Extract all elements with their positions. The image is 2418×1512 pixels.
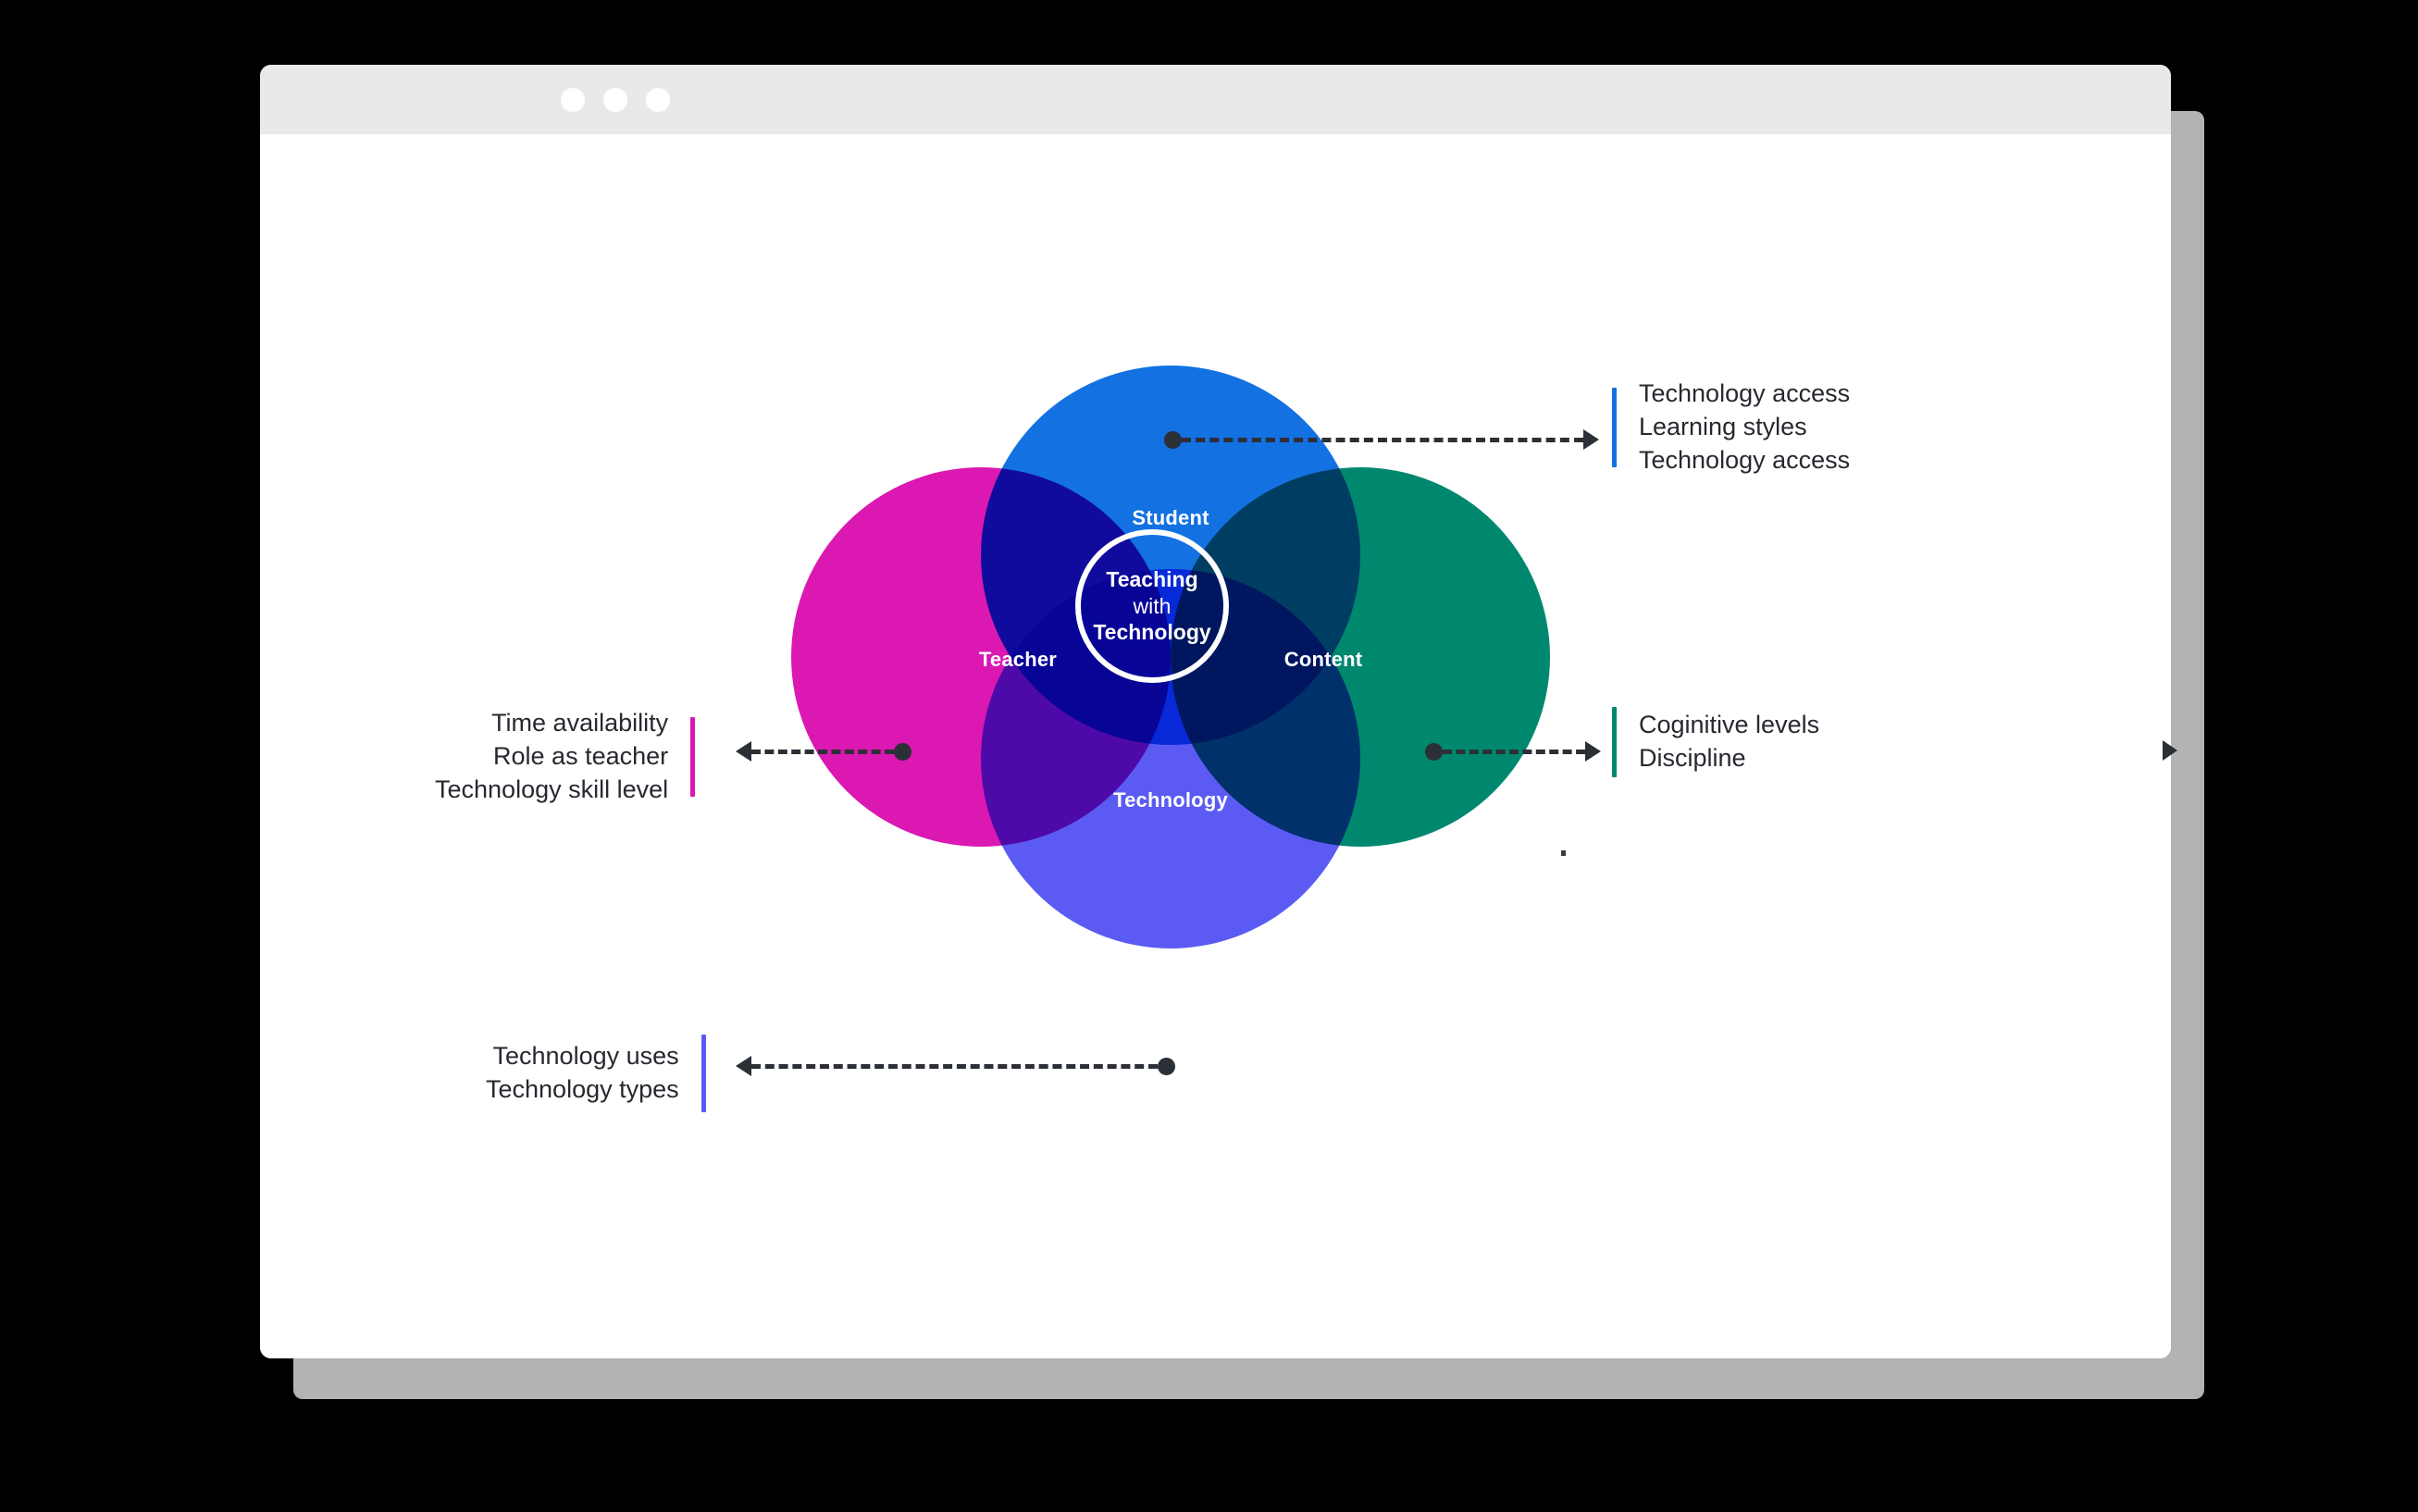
callout-line: Technology types — [486, 1075, 679, 1103]
callout-teacher-text: Time availability Role as teacher Techno… — [435, 707, 668, 807]
callout-line: Technology uses — [492, 1042, 679, 1071]
circle-label-technology: Technology — [1113, 788, 1228, 812]
callout-student[interactable]: Technology access Learning styles Techno… — [1612, 378, 1850, 477]
connector-dot-icon — [1158, 1057, 1175, 1075]
callout-student-text: Technology access Learning styles Techno… — [1639, 378, 1850, 477]
screenshot-stage: Student Teacher Content Technology Teach… — [0, 0, 2418, 1512]
callout-technology[interactable]: Technology uses Technology types — [486, 1035, 706, 1112]
callout-technology-text: Technology uses Technology types — [486, 1040, 679, 1107]
callout-line: Technology skill level — [435, 775, 669, 803]
callout-accent-bar — [701, 1035, 706, 1112]
venn-diagram: Student Teacher Content Technology Teach… — [791, 366, 1550, 948]
arrow-right-icon — [1585, 741, 1601, 762]
callout-line: Role as teacher — [493, 741, 669, 770]
callout-accent-bar — [1612, 387, 1617, 467]
close-dot-icon[interactable] — [561, 88, 585, 112]
connector-teacher — [736, 740, 911, 762]
connector-dot-icon — [894, 742, 911, 761]
callout-content-text: Coginitive levels Discipline — [1639, 709, 1819, 775]
connector-dashed-line — [751, 749, 894, 754]
minimize-dot-icon[interactable] — [603, 88, 627, 112]
arrow-left-icon — [736, 1056, 751, 1076]
connector-content — [1425, 740, 1601, 762]
callout-teacher[interactable]: Time availability Role as teacher Techno… — [435, 707, 696, 807]
circle-label-student: Student — [1132, 506, 1209, 529]
connector-dot-icon — [1164, 430, 1182, 449]
callout-accent-bar — [1612, 707, 1617, 777]
callout-accent-bar — [690, 716, 696, 797]
next-slide-arrow-icon[interactable] — [2163, 740, 2177, 761]
callout-line: Discipline — [1639, 744, 1746, 772]
callout-line: Technology access — [1639, 379, 1851, 407]
connector-dashed-line — [1443, 749, 1585, 754]
connector-student — [1164, 428, 1599, 451]
center-ring-outline — [1075, 529, 1229, 683]
callout-line: Time availability — [491, 709, 669, 737]
circle-label-teacher: Teacher — [978, 648, 1058, 671]
stray-artifact-dot — [1561, 850, 1566, 856]
arrow-left-icon — [736, 741, 751, 762]
callout-line: Coginitive levels — [1639, 711, 1820, 739]
callout-content[interactable]: Coginitive levels Discipline — [1612, 707, 1819, 777]
callout-line: Learning styles — [1639, 412, 1807, 440]
connector-dashed-line — [751, 1063, 1158, 1069]
callout-line: Technology access — [1639, 445, 1851, 474]
arrow-right-icon — [1583, 429, 1599, 450]
window-titlebar — [260, 65, 2171, 134]
circle-label-content: Content — [1283, 648, 1363, 671]
connector-dashed-line — [1182, 437, 1583, 442]
connector-dot-icon — [1425, 742, 1443, 761]
maximize-dot-icon[interactable] — [646, 88, 670, 112]
connector-technology — [736, 1055, 1175, 1077]
